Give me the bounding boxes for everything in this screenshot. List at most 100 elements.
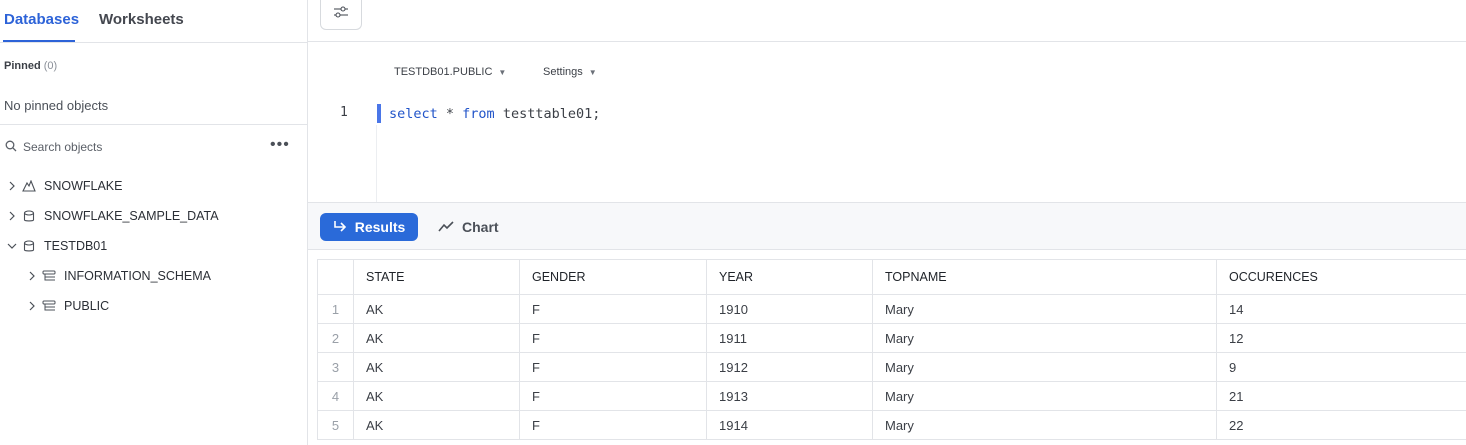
table-row[interactable]: 1 AK F 1910 Mary 14 xyxy=(317,294,1466,324)
chart-label: Chart xyxy=(462,219,499,235)
line-number: 1 xyxy=(340,105,348,120)
tree-item-label: TESTDB01 xyxy=(44,239,108,253)
results-button[interactable]: Results xyxy=(320,213,418,241)
filter-button[interactable] xyxy=(320,0,362,30)
search-icon xyxy=(5,140,17,155)
sql-editor[interactable]: select * from testtable01; xyxy=(389,106,600,122)
pinned-header: Pinned (0) xyxy=(4,60,57,72)
table-row[interactable]: 4 AK F 1913 Mary 21 xyxy=(317,381,1466,411)
search-input[interactable]: Search objects xyxy=(23,140,102,154)
table-cell[interactable]: F xyxy=(519,381,707,411)
table-cell[interactable]: AK xyxy=(353,381,520,411)
table-cell[interactable]: 1913 xyxy=(706,381,873,411)
results-toolbar: Results Chart xyxy=(308,202,1466,250)
column-header[interactable]: TOPNAME xyxy=(872,259,1217,295)
table-cell[interactable]: Mary xyxy=(872,410,1217,440)
table-row[interactable]: 2 AK F 1911 Mary 12 xyxy=(317,323,1466,353)
divider xyxy=(0,124,307,125)
table-cell[interactable]: 1910 xyxy=(706,294,873,324)
tree-item-label: SNOWFLAKE xyxy=(44,179,123,193)
caret-down-icon: ▼ xyxy=(498,67,507,77)
table-cell[interactable]: Mary xyxy=(872,381,1217,411)
database-icon xyxy=(19,239,39,253)
table-row[interactable]: 5 AK F 1914 Mary 22 xyxy=(317,410,1466,440)
table-cell[interactable]: 1914 xyxy=(706,410,873,440)
return-arrow-icon xyxy=(333,219,347,235)
active-line-marker xyxy=(377,104,381,123)
table-cell[interactable]: 9 xyxy=(1216,352,1466,382)
database-icon xyxy=(19,209,39,223)
more-options-icon[interactable]: ••• xyxy=(270,137,290,153)
row-number: 5 xyxy=(317,410,354,440)
column-header[interactable]: YEAR xyxy=(706,259,873,295)
table-cell[interactable]: AK xyxy=(353,410,520,440)
table-cell[interactable]: 14 xyxy=(1216,294,1466,324)
no-pinned-text: No pinned objects xyxy=(4,98,109,113)
toolbar xyxy=(308,0,1466,42)
chevron-right-icon[interactable] xyxy=(5,181,19,191)
row-number-header xyxy=(317,259,354,295)
row-number: 4 xyxy=(317,381,354,411)
tab-worksheets[interactable]: Worksheets xyxy=(99,11,184,28)
table-cell[interactable]: 1911 xyxy=(706,323,873,353)
column-header[interactable]: OCCURENCES xyxy=(1216,259,1466,295)
search-objects[interactable]: Search objects xyxy=(5,139,102,155)
tree-item-snowflake-sample-data[interactable]: SNOWFLAKE_SAMPLE_DATA xyxy=(5,206,219,226)
tree-item-snowflake[interactable]: SNOWFLAKE xyxy=(5,176,123,196)
row-number: 2 xyxy=(317,323,354,353)
table-cell[interactable]: 12 xyxy=(1216,323,1466,353)
snowflake-db-icon xyxy=(19,180,39,192)
context-label: TESTDB01.PUBLIC xyxy=(394,66,493,78)
table-cell[interactable]: F xyxy=(519,323,707,353)
table-cell[interactable]: AK xyxy=(353,294,520,324)
table-cell[interactable]: Mary xyxy=(872,323,1217,353)
worksheet-area: TESTDB01.PUBLIC ▼ Settings ▼ 1 select * … xyxy=(308,0,1466,445)
settings-dropdown[interactable]: Settings ▼ xyxy=(543,66,597,78)
tree-item-testdb01[interactable]: TESTDB01 xyxy=(5,236,107,256)
column-header[interactable]: GENDER xyxy=(519,259,707,295)
table-cell[interactable]: AK xyxy=(353,352,520,382)
table-cell[interactable]: Mary xyxy=(872,352,1217,382)
table-row[interactable]: 3 AK F 1912 Mary 9 xyxy=(317,352,1466,382)
sql-text: * xyxy=(437,106,463,122)
sql-text: testtable01; xyxy=(494,106,601,122)
chart-button[interactable]: Chart xyxy=(438,213,499,241)
active-tab-indicator xyxy=(3,40,75,42)
table-cell[interactable]: F xyxy=(519,410,707,440)
table-cell[interactable]: 22 xyxy=(1216,410,1466,440)
pinned-count: (0) xyxy=(43,60,58,72)
tree-item-label: PUBLIC xyxy=(64,299,110,313)
sql-keyword: from xyxy=(462,106,495,122)
table-cell[interactable]: 21 xyxy=(1216,381,1466,411)
chevron-right-icon[interactable] xyxy=(25,301,39,311)
results-label: Results xyxy=(354,219,406,235)
tree-item-label: SNOWFLAKE_SAMPLE_DATA xyxy=(44,209,219,223)
editor-gutter xyxy=(376,125,377,202)
tab-databases[interactable]: Databases xyxy=(4,11,79,28)
caret-down-icon: ▼ xyxy=(588,67,597,77)
results-table: STATE GENDER YEAR TOPNAME OCCURENCES 1 A… xyxy=(317,259,1466,440)
row-number: 3 xyxy=(317,352,354,382)
table-cell[interactable]: AK xyxy=(353,323,520,353)
table-cell[interactable]: 1912 xyxy=(706,352,873,382)
column-header[interactable]: STATE xyxy=(353,259,520,295)
chevron-down-icon[interactable] xyxy=(5,242,19,250)
tree-item-information-schema[interactable]: INFORMATION_SCHEMA xyxy=(25,266,211,286)
table-cell[interactable]: Mary xyxy=(872,294,1217,324)
table-cell[interactable]: F xyxy=(519,352,707,382)
table-header-row: STATE GENDER YEAR TOPNAME OCCURENCES xyxy=(317,259,1466,295)
sliders-icon xyxy=(333,5,349,24)
tree-item-public[interactable]: PUBLIC xyxy=(25,296,109,316)
sql-keyword: select xyxy=(389,106,438,122)
object-explorer-panel: Databases Worksheets Pinned (0) No pinne… xyxy=(0,0,308,445)
table-cell[interactable]: F xyxy=(519,294,707,324)
schema-icon xyxy=(39,300,59,312)
chevron-right-icon[interactable] xyxy=(5,211,19,221)
schema-icon xyxy=(39,270,59,282)
pinned-label: Pinned xyxy=(4,60,41,72)
context-selector[interactable]: TESTDB01.PUBLIC ▼ xyxy=(394,66,506,78)
tree-item-label: INFORMATION_SCHEMA xyxy=(64,269,211,283)
chevron-right-icon[interactable] xyxy=(25,271,39,281)
settings-label: Settings xyxy=(543,66,583,78)
panel-tabs: Databases Worksheets xyxy=(0,0,307,43)
